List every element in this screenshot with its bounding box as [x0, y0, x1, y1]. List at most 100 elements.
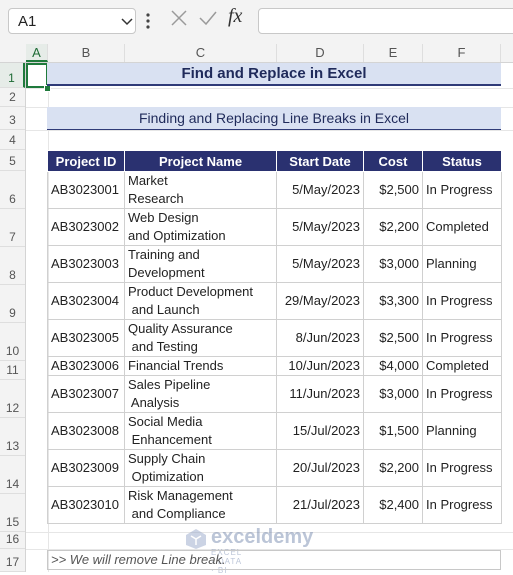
header-project-id[interactable]: Project ID [47, 150, 125, 172]
cell-project-id[interactable]: AB3023006 [47, 356, 125, 376]
cell-start-date[interactable]: 15/Jul/2023 [276, 412, 364, 450]
cell-status[interactable]: In Progress [422, 449, 502, 487]
cell-project-id[interactable]: AB3023009 [47, 449, 125, 487]
name-box-value: A1 [18, 13, 37, 30]
chevron-down-icon[interactable] [121, 18, 133, 26]
cell-project-name[interactable]: Training and Development [124, 245, 277, 283]
cell-cost[interactable]: $3,000 [363, 375, 423, 413]
cell-project-id[interactable]: AB3023010 [47, 486, 125, 524]
header-start-date[interactable]: Start Date [276, 150, 364, 172]
table-row: AB3023001 Market Research 5/May/2023 $2,500… [47, 171, 502, 209]
table-row: AB3023010 Risk Management and Compliance 2… [47, 486, 502, 524]
row-header-6[interactable]: 6 [0, 171, 25, 209]
cell-start-date[interactable]: 11/Jun/2023 [276, 375, 364, 413]
cell-project-id[interactable]: AB3023007 [47, 375, 125, 413]
row-header-9[interactable]: 9 [0, 285, 25, 323]
row-header-17[interactable]: 17 [0, 549, 25, 572]
table-row: AB3023005 Quality Assurance and Testing 8/… [47, 319, 502, 357]
cell-status[interactable]: In Progress [422, 171, 502, 209]
cancel-icon[interactable] [170, 9, 188, 27]
row-header-3[interactable]: 3 [0, 107, 25, 130]
row-header-2[interactable]: 2 [0, 88, 25, 107]
cell-project-id[interactable]: AB3023008 [47, 412, 125, 450]
row-header-16[interactable]: 16 [0, 532, 25, 549]
cell-status[interactable]: In Progress [422, 282, 502, 320]
row-header-11[interactable]: 11 [0, 361, 25, 380]
cell-status[interactable]: Completed [422, 356, 502, 376]
column-header-a[interactable]: A [26, 44, 48, 62]
cell-project-name[interactable]: Social Media Enhancement [124, 412, 277, 450]
column-header-f[interactable]: F [423, 44, 501, 62]
cell-cost[interactable]: $1,500 [363, 412, 423, 450]
cell-project-name[interactable]: Sales Pipeline Analysis [124, 375, 277, 413]
header-cost[interactable]: Cost [363, 150, 423, 172]
table-row: AB3023009 Supply Chain Optimization 20/Jul… [47, 449, 502, 487]
note-text[interactable]: >> We will remove Line break. [47, 550, 501, 570]
cell-start-date[interactable]: 5/May/2023 [276, 171, 364, 209]
sheet-title: Find and Replace in Excel [47, 63, 501, 86]
row-header-5[interactable]: 5 [0, 150, 25, 171]
table-row: AB3023006 Financial Trends 10/Jun/2023 $4,0… [47, 356, 502, 376]
cell-project-name[interactable]: Quality Assurance and Testing [124, 319, 277, 357]
row-header-14[interactable]: 14 [0, 456, 25, 494]
row-header-13[interactable]: 13 [0, 418, 25, 456]
row-header-4[interactable]: 4 [0, 130, 25, 150]
cell-cost[interactable]: $2,500 [363, 171, 423, 209]
gridline [26, 130, 513, 131]
more-options-icon[interactable] [146, 13, 150, 29]
cell-cost[interactable]: $2,200 [363, 208, 423, 246]
exceldemy-logo-icon [186, 529, 206, 549]
sheet-subtitle: Finding and Replacing Line Breaks in Exc… [47, 107, 501, 130]
cell-project-name[interactable]: Risk Management and Compliance [124, 486, 277, 524]
cell-status[interactable]: In Progress [422, 319, 502, 357]
cell-start-date[interactable]: 10/Jun/2023 [276, 356, 364, 376]
column-header-b[interactable]: B [48, 44, 125, 62]
cell-cost[interactable]: $3,000 [363, 245, 423, 283]
cell-status[interactable]: In Progress [422, 486, 502, 524]
header-project-name[interactable]: Project Name [124, 150, 277, 172]
cell-project-id[interactable]: AB3023001 [47, 171, 125, 209]
table-row: AB3023008 Social Media Enhancement 15/Jul/… [47, 412, 502, 450]
projects-table: Project ID Project Name Start Date Cost … [47, 150, 502, 524]
cell-cost[interactable]: $2,400 [363, 486, 423, 524]
table-header-row: Project ID Project Name Start Date Cost … [47, 150, 502, 172]
cell-cost[interactable]: $4,000 [363, 356, 423, 376]
cell-project-name[interactable]: Web Design and Optimization [124, 208, 277, 246]
cell-project-id[interactable]: AB3023005 [47, 319, 125, 357]
cell-cost[interactable]: $2,200 [363, 449, 423, 487]
column-header-e[interactable]: E [364, 44, 423, 62]
cell-start-date[interactable]: 5/May/2023 [276, 208, 364, 246]
row-header-7[interactable]: 7 [0, 209, 25, 247]
cell-status[interactable]: In Progress [422, 375, 502, 413]
cell-status[interactable]: Planning [422, 245, 502, 283]
cell-project-id[interactable]: AB3023003 [47, 245, 125, 283]
name-box[interactable]: A1 [8, 8, 136, 34]
fill-handle[interactable] [44, 85, 51, 92]
cell-status[interactable]: Planning [422, 412, 502, 450]
header-status[interactable]: Status [422, 150, 502, 172]
cell-start-date[interactable]: 29/May/2023 [276, 282, 364, 320]
cell-start-date[interactable]: 21/Jul/2023 [276, 486, 364, 524]
enter-check-icon[interactable] [198, 9, 218, 27]
cell-project-id[interactable]: AB3023004 [47, 282, 125, 320]
cell-project-name[interactable]: Financial Trends [124, 356, 277, 376]
cell-start-date[interactable]: 5/May/2023 [276, 245, 364, 283]
row-header-8[interactable]: 8 [0, 247, 25, 285]
insert-function-icon[interactable]: fx [228, 5, 242, 28]
cell-project-id[interactable]: AB3023002 [47, 208, 125, 246]
row-header-10[interactable]: 10 [0, 323, 25, 361]
row-header-1[interactable]: 1 [0, 63, 25, 88]
cell-project-name[interactable]: Product Development and Launch [124, 282, 277, 320]
cell-status[interactable]: Completed [422, 208, 502, 246]
formula-input[interactable] [258, 8, 513, 34]
column-header-d[interactable]: D [277, 44, 364, 62]
cell-project-name[interactable]: Supply Chain Optimization [124, 449, 277, 487]
cell-project-name[interactable]: Market Research [124, 171, 277, 209]
column-header-c[interactable]: C [125, 44, 277, 62]
row-header-15[interactable]: 15 [0, 494, 25, 532]
row-header-12[interactable]: 12 [0, 380, 25, 418]
cell-start-date[interactable]: 8/Jun/2023 [276, 319, 364, 357]
cell-start-date[interactable]: 20/Jul/2023 [276, 449, 364, 487]
cell-cost[interactable]: $3,300 [363, 282, 423, 320]
cell-cost[interactable]: $2,500 [363, 319, 423, 357]
